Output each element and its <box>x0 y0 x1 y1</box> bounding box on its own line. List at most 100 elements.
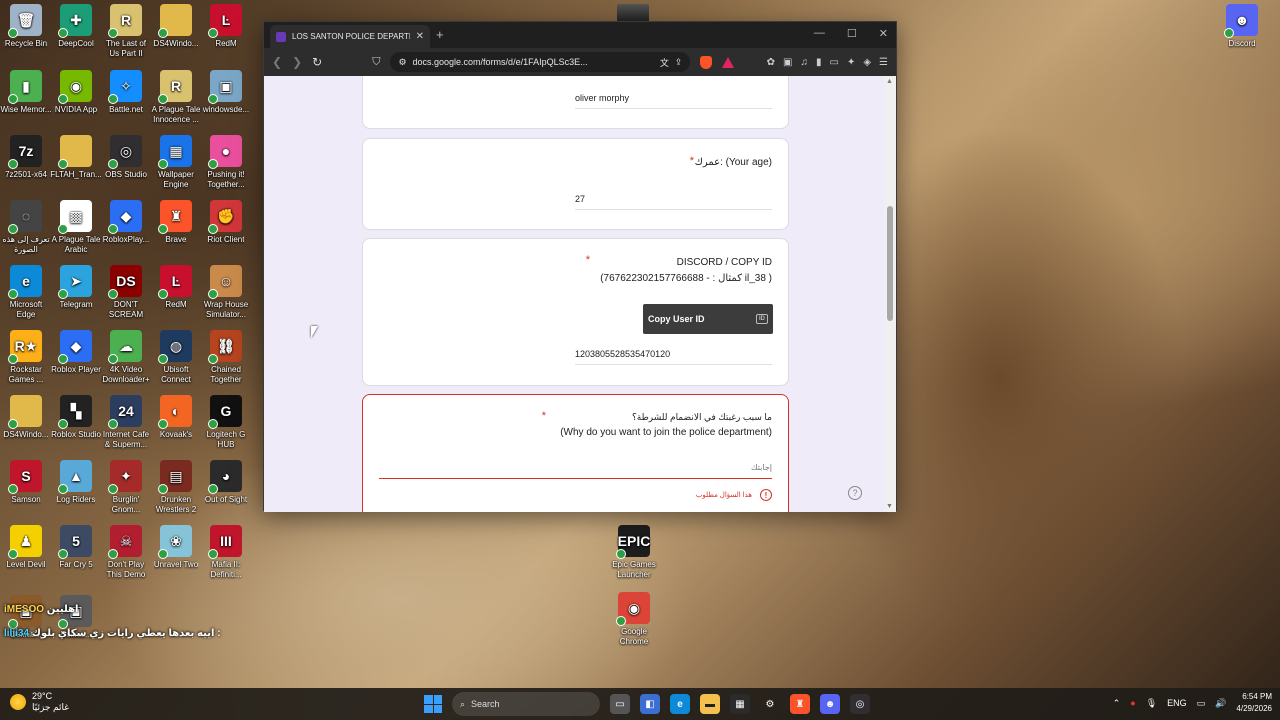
obs-taskbar-icon[interactable]: ◎ <box>850 694 870 714</box>
leo-icon[interactable]: ✦ <box>847 57 855 68</box>
desktop-icon[interactable]: ⛓ Chained Together <box>200 330 252 385</box>
desktop-icon[interactable]: ☺ Wrap House Simulator... <box>200 265 252 320</box>
help-icon[interactable]: ? <box>848 486 862 500</box>
desktop-icon[interactable]: Ŀ RedM <box>150 265 202 310</box>
desktop-icon[interactable]: ✧ Battle.net <box>100 70 152 115</box>
extensions-icon[interactable]: ✿ <box>767 57 775 68</box>
desktop-icon[interactable]: ➤ Telegram <box>50 265 102 310</box>
desktop-icon[interactable]: ◆ Roblox Player <box>50 330 102 375</box>
desktop-icon[interactable]: ❀ Unravel Two <box>150 525 202 570</box>
desktop-icon[interactable]: ◌ تعرف إلى هذه الصورة <box>0 200 52 255</box>
edge-icon[interactable]: e <box>670 694 690 714</box>
tab-google-form[interactable]: LOS SANTON POLICE DEPARTME ✕ <box>270 25 430 48</box>
desktop-icon[interactable]: ▮ Wise Memor... <box>0 70 52 115</box>
discord-id-answer[interactable]: 1203805528535470120 <box>575 343 772 365</box>
desktop-icon[interactable]: ◐ Kovaak's <box>150 395 202 440</box>
tray-overflow-icon[interactable]: ⌃ <box>1113 698 1121 709</box>
desktop-icon[interactable]: III Mafia II: Definiti... <box>200 525 252 580</box>
maximize-button[interactable]: ☐ <box>847 27 857 40</box>
desktop-icon[interactable]: ◉ NVIDIA App <box>50 70 102 115</box>
desktop-thumbnail[interactable] <box>617 4 649 22</box>
file-explorer-icon[interactable]: ▬ <box>700 694 720 714</box>
screenshot-icon[interactable]: ▣ <box>783 57 792 68</box>
desktop-icon[interactable]: ▦ Wallpaper Engine <box>150 135 202 190</box>
desktop-icon[interactable]: DS4Windo... <box>0 395 52 440</box>
desktop-icon[interactable]: R The Last of Us Part II <box>100 4 152 59</box>
vpn-icon[interactable]: ◈ <box>863 57 871 68</box>
wallet-icon[interactable]: ▭ <box>829 57 838 68</box>
desktop-icon[interactable]: DS DON'T SCREAM <box>100 265 152 320</box>
desktop-icon[interactable]: ✦ Burglin' Gnom... <box>100 460 152 515</box>
desktop-icon[interactable]: EPIC Epic Games Launcher <box>608 525 660 580</box>
minimize-button[interactable]: — <box>814 27 825 40</box>
desktop-icon[interactable]: 5 Far Cry 5 <box>50 525 102 570</box>
tab-close-icon[interactable]: ✕ <box>416 31 424 42</box>
weather-widget[interactable]: 29°C غائم جزئيًا <box>10 691 69 713</box>
volume-icon[interactable]: 🔊 <box>1215 698 1226 709</box>
bookmark-icon[interactable]: ⛉ <box>372 56 380 69</box>
brave-rewards-icon[interactable] <box>722 56 735 68</box>
taskbar-search[interactable]: ⌕ Search <box>452 692 600 716</box>
desktop-icon[interactable]: ☻ Discord <box>1216 4 1268 49</box>
page-scrollbar[interactable]: ▲ ▼ <box>884 76 896 512</box>
desktop-icon[interactable]: ✊ Riot Client <box>200 200 252 245</box>
desktop-icon[interactable]: ♟ Level Devil <box>0 525 52 570</box>
clock[interactable]: 6:54 PM 4/29/2026 <box>1236 691 1272 715</box>
discord-taskbar-icon[interactable]: ☻ <box>820 694 840 714</box>
desktop-icon[interactable]: 24 Internet Cafe & Superm... <box>100 395 152 450</box>
site-info-icon[interactable]: ⚙ <box>398 57 406 68</box>
display-icon[interactable]: ▭ <box>1197 698 1206 709</box>
desktop-icon[interactable]: ◕ Out of Sight <box>200 460 252 505</box>
mic-icon[interactable]: 🎙 <box>1146 698 1157 709</box>
start-button[interactable] <box>424 695 442 713</box>
desktop-icon[interactable]: ▲ Log Riders <box>50 460 102 505</box>
desktop-icon[interactable]: ☠ Don't Play This Demo <box>100 525 152 580</box>
desktop-icon[interactable]: ▩ A Plague Tale Arabic <box>50 200 102 255</box>
brave-taskbar-icon[interactable]: ♜ <box>790 694 810 714</box>
language-indicator[interactable]: ENG <box>1167 698 1187 708</box>
menu-icon[interactable]: ☰ <box>879 57 888 68</box>
desktop-icon[interactable]: ◉ Google Chrome <box>608 592 660 647</box>
sidebar-icon[interactable]: ▮ <box>816 57 822 68</box>
desktop-icon[interactable]: S Samson <box>0 460 52 505</box>
new-tab-button[interactable]: + <box>436 27 444 42</box>
translate-icon[interactable]: 文 <box>660 56 669 69</box>
back-icon[interactable]: ❮ <box>272 55 282 69</box>
why-answer-input[interactable] <box>379 457 772 479</box>
address-bar[interactable]: ⚙ docs.google.com/forms/d/e/1FAIpQLSc3E.… <box>390 52 691 72</box>
desktop-icon[interactable]: e Microsoft Edge <box>0 265 52 320</box>
name-answer[interactable]: oliver morphy <box>575 87 772 109</box>
desktop-icon[interactable]: Ŀ RedM <box>200 4 252 49</box>
desktop-icon[interactable]: R★ Rockstar Games ... <box>0 330 52 385</box>
desktop-icon[interactable]: DS4Windo... <box>150 4 202 49</box>
desktop-icon[interactable]: G Logitech G HUB <box>200 395 252 450</box>
share-icon[interactable]: ⇪ <box>675 57 683 68</box>
desktop-icon[interactable]: ▤ Drunken Wrestlers 2 <box>150 460 202 515</box>
desktop-icon[interactable]: ◆ RobloxPlay... <box>100 200 152 245</box>
scroll-down-icon[interactable]: ▼ <box>886 503 893 510</box>
forward-icon[interactable]: ❯ <box>292 55 302 69</box>
reload-icon[interactable]: ↻ <box>312 55 322 69</box>
scroll-thumb[interactable] <box>887 206 893 321</box>
desktop-icon[interactable]: ◎ OBS Studio <box>100 135 152 180</box>
desktop-icon[interactable]: 🗑 Recycle Bin <box>0 4 52 49</box>
desktop-icon[interactable]: 7z 7z2501-x64 <box>0 135 52 180</box>
widgets-icon[interactable]: ◧ <box>640 694 660 714</box>
desktop-icon[interactable]: ✚ DeepCool <box>50 4 102 49</box>
desktop-icon[interactable]: ☁ 4K Video Downloader+ <box>100 330 152 385</box>
age-answer[interactable]: 27 <box>575 188 772 210</box>
desktop-icon[interactable]: ◍ Ubisoft Connect <box>150 330 202 385</box>
store-icon[interactable]: ▦ <box>730 694 750 714</box>
tray-app-icon[interactable]: ● <box>1130 698 1135 708</box>
scroll-up-icon[interactable]: ▲ <box>886 78 893 85</box>
desktop-icon[interactable]: ▣ windowsde... <box>200 70 252 115</box>
media-icon[interactable]: ♫ <box>800 57 808 68</box>
task-view-icon[interactable]: ▭ <box>610 694 630 714</box>
close-window-button[interactable]: ✕ <box>879 27 888 40</box>
settings-icon[interactable]: ⚙ <box>760 694 780 714</box>
desktop-icon[interactable]: ▚ Roblox Studio <box>50 395 102 440</box>
desktop-icon[interactable]: FLTAH_Tran... <box>50 135 102 180</box>
desktop-icon[interactable]: ● Pushing it! Together... <box>200 135 252 190</box>
brave-shield-icon[interactable] <box>700 55 713 69</box>
desktop-icon[interactable]: ♜ Brave <box>150 200 202 245</box>
